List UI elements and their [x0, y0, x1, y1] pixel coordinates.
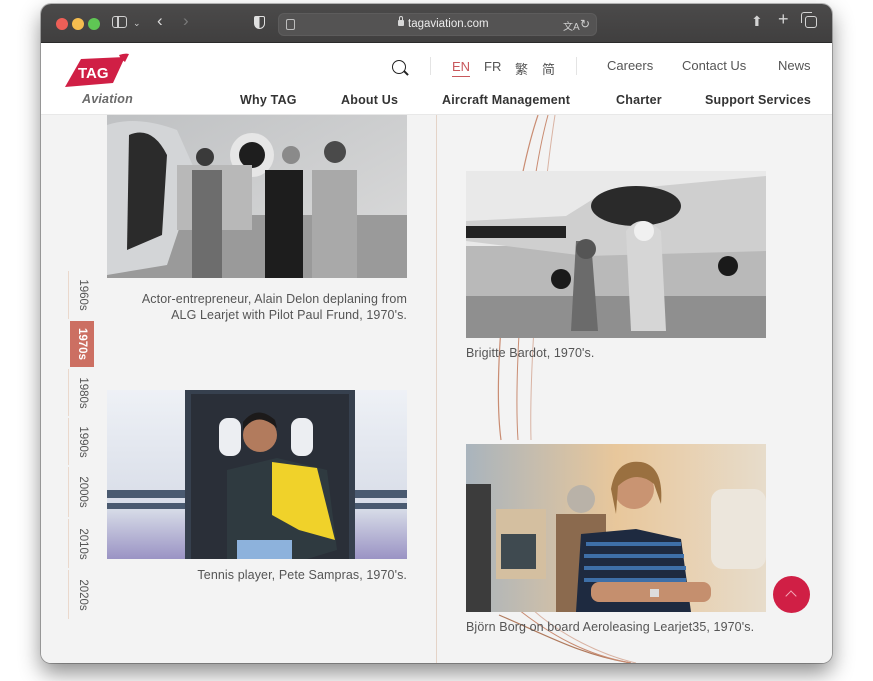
- photo-pete-sampras[interactable]: [107, 390, 407, 559]
- desktop: ⌄ ‹ › tagaviation.com 文A ↻ ⬆︎ + TAG Avia…: [0, 0, 873, 681]
- divider: [430, 57, 431, 75]
- timeline-item-1990s[interactable]: 1990s: [68, 418, 96, 465]
- scroll-to-top-button[interactable]: [773, 576, 810, 613]
- tag-logo[interactable]: TAG: [63, 53, 133, 93]
- history-content: 1960s 1970s 1980s 1990s 2000s 2010s 2020…: [41, 115, 832, 663]
- tab-overview-icon[interactable]: [801, 12, 817, 28]
- minimize-window-button[interactable]: [72, 18, 84, 30]
- translate-icon[interactable]: 文A: [563, 18, 580, 33]
- nav-why-tag[interactable]: Why TAG: [240, 93, 297, 107]
- search-icon[interactable]: [392, 60, 406, 74]
- forward-arrow-icon[interactable]: ›: [183, 12, 189, 29]
- zoom-window-button[interactable]: [88, 18, 100, 30]
- photo-bjorn-borg[interactable]: [466, 444, 766, 612]
- timeline-center-line: [436, 115, 437, 663]
- photo-alain-delon[interactable]: [107, 115, 407, 278]
- lock-icon: [398, 16, 404, 26]
- sidebar-toggle-icon[interactable]: [112, 16, 127, 28]
- caption-pete-sampras: Tennis player, Pete Sampras, 1970's.: [197, 568, 407, 582]
- divider: [576, 57, 577, 75]
- timeline-item-2000s[interactable]: 2000s: [68, 467, 96, 517]
- lang-fr[interactable]: FR: [484, 59, 501, 74]
- link-careers[interactable]: Careers: [607, 58, 653, 73]
- nav-aircraft-management[interactable]: Aircraft Management: [442, 93, 570, 107]
- site-header: TAG Aviation EN FR 繁 简 Careers Contact U…: [41, 43, 832, 115]
- lang-traditional-chinese[interactable]: 繁: [515, 59, 528, 78]
- back-arrow-icon[interactable]: ‹: [157, 12, 163, 29]
- url-text[interactable]: tagaviation.com: [408, 18, 489, 30]
- caption-bjorn-borg: Björn Borg on board Aeroleasing Learjet3…: [466, 620, 755, 634]
- new-tab-icon[interactable]: +: [778, 10, 789, 28]
- caption-alain-delon: Actor-entrepreneur, Alain Delon deplanin…: [141, 292, 407, 322]
- link-contact-us[interactable]: Contact Us: [682, 58, 746, 73]
- chevron-down-icon[interactable]: ⌄: [133, 16, 141, 30]
- lang-simplified-chinese[interactable]: 简: [542, 59, 555, 78]
- nav-support-services[interactable]: Support Services: [705, 93, 811, 107]
- reload-icon[interactable]: ↻: [580, 17, 590, 31]
- timeline-item-1980s[interactable]: 1980s: [68, 369, 96, 416]
- timeline-item-2010s[interactable]: 2010s: [68, 519, 96, 568]
- privacy-shield-icon[interactable]: [254, 16, 265, 29]
- nav-about-us[interactable]: About Us: [341, 93, 398, 107]
- browser-window: ⌄ ‹ › tagaviation.com 文A ↻ ⬆︎ + TAG Avia…: [41, 4, 832, 663]
- logo-subtitle: Aviation: [82, 92, 133, 106]
- timeline-item-2020s[interactable]: 2020s: [68, 570, 96, 619]
- link-news[interactable]: News: [778, 58, 811, 73]
- lang-en[interactable]: EN: [452, 59, 471, 77]
- close-window-button[interactable]: [56, 18, 68, 30]
- nav-charter[interactable]: Charter: [616, 93, 662, 107]
- share-icon[interactable]: ⬆︎: [751, 14, 763, 28]
- address-bar[interactable]: tagaviation.com 文A ↻: [278, 13, 597, 36]
- caption-brigitte-bardot: Brigitte Bardot, 1970's.: [466, 346, 595, 360]
- photo-brigitte-bardot[interactable]: [466, 171, 766, 338]
- timeline-item-1960s[interactable]: 1960s: [68, 271, 96, 319]
- reader-icon[interactable]: [286, 19, 295, 30]
- browser-toolbar: ⌄ ‹ › tagaviation.com 文A ↻ ⬆︎ +: [41, 4, 832, 43]
- timeline-item-1970s[interactable]: 1970s: [70, 321, 94, 367]
- logo-text: TAG: [78, 65, 109, 82]
